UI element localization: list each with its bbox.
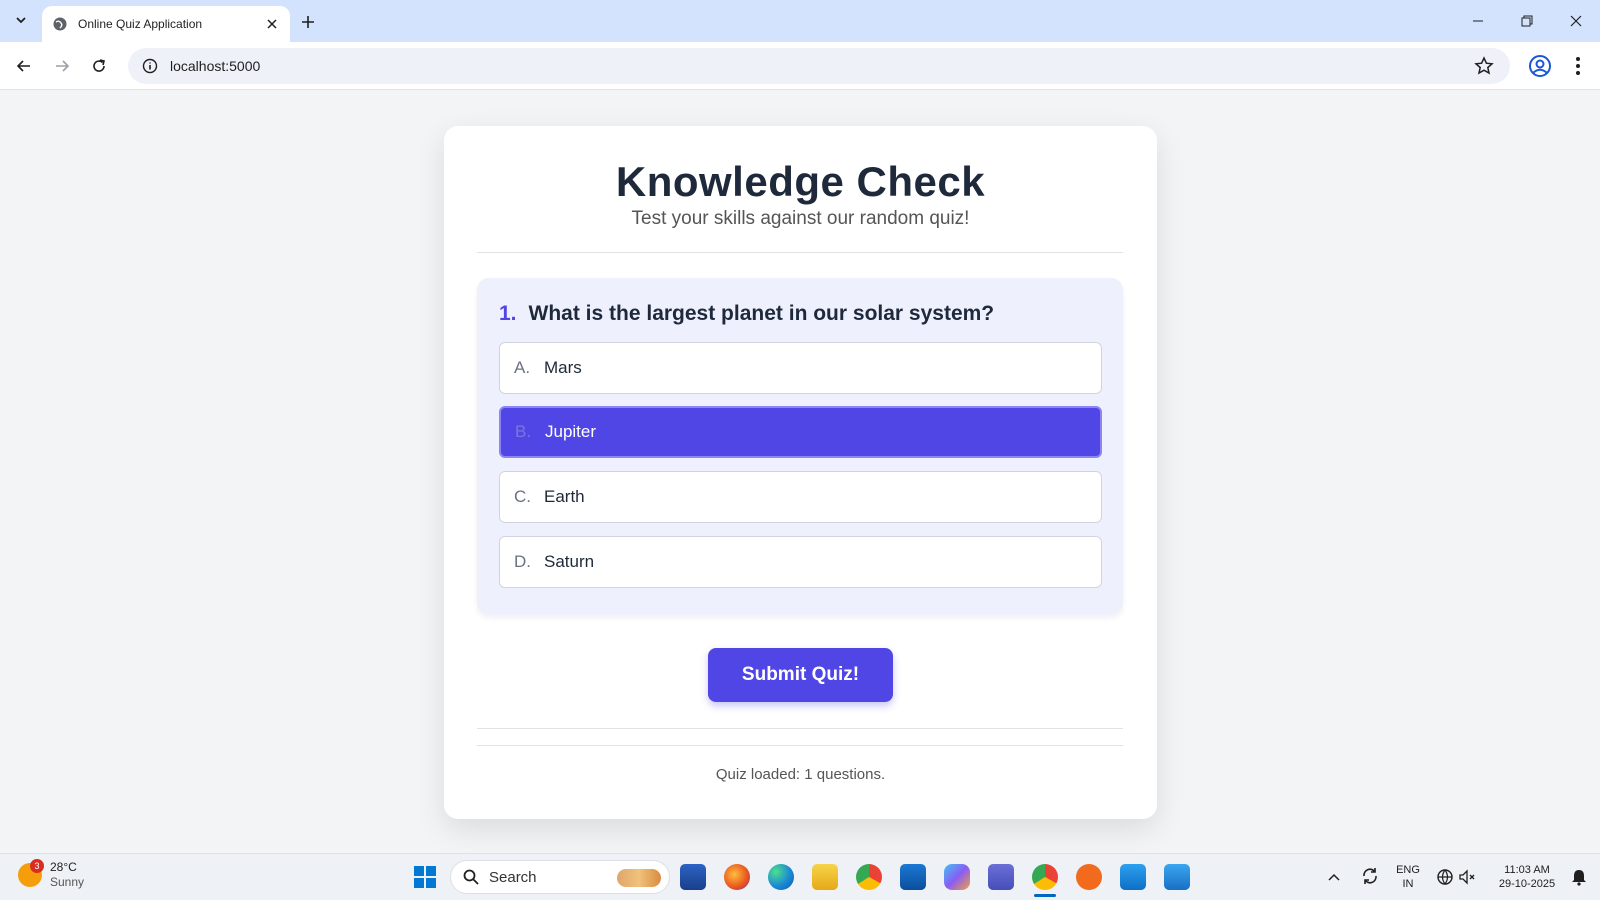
quiz-card: Knowledge Check Test your skills against… <box>444 126 1157 819</box>
sun-icon: 3 <box>18 859 44 887</box>
question-text: What is the largest planet in our solar … <box>528 302 995 325</box>
back-button[interactable] <box>11 53 37 79</box>
restore-icon <box>1521 15 1533 27</box>
more-menu-icon[interactable] <box>1568 54 1588 78</box>
chrome-icon[interactable] <box>856 864 882 890</box>
minimize-button[interactable] <box>1463 8 1493 34</box>
option-letter: B. <box>515 422 532 441</box>
restore-button[interactable] <box>1512 8 1542 34</box>
clock[interactable]: 11:03 AM 29-10-2025 <box>1490 863 1564 891</box>
notification-bell-icon[interactable] <box>1570 868 1588 886</box>
header-divider <box>477 252 1123 253</box>
file-explorer-icon[interactable] <box>812 864 838 890</box>
copilot-icon[interactable] <box>944 864 970 890</box>
vscode-icon[interactable] <box>1120 864 1146 890</box>
outlook-icon[interactable] <box>900 864 926 890</box>
footer-divider <box>477 728 1123 729</box>
teams-icon[interactable] <box>988 864 1014 890</box>
postman-icon[interactable] <box>1076 864 1102 890</box>
address-bar[interactable]: localhost:5000 <box>128 48 1510 84</box>
chevron-up-icon[interactable] <box>1328 872 1340 882</box>
option-b[interactable]: B. Jupiter <box>499 406 1102 458</box>
windows-start-icon[interactable] <box>412 864 438 890</box>
region-code: IN <box>1402 878 1414 890</box>
search-label: Search <box>489 868 537 886</box>
site-info-icon[interactable] <box>142 58 158 74</box>
option-text: Saturn <box>544 552 595 571</box>
browser-tabstrip: Online Quiz Application <box>0 0 1600 42</box>
question-number: 1. <box>499 302 517 325</box>
close-window-button[interactable] <box>1561 8 1591 34</box>
option-d[interactable]: D. Saturn <box>499 536 1102 588</box>
new-tab-button[interactable] <box>296 10 320 34</box>
tab-title: Online Quiz Application <box>78 17 203 31</box>
plus-icon <box>302 16 314 28</box>
question-box: 1. What is the largest planet in our sola… <box>477 278 1123 615</box>
page-title: Knowledge Check <box>615 158 986 205</box>
notification-badge: 3 <box>30 859 44 873</box>
edge-icon[interactable] <box>768 864 794 890</box>
option-letter: C. <box>514 487 531 506</box>
question-heading: 1. What is the largest planet in our sola… <box>499 302 994 326</box>
weather-widget[interactable]: 3 28°C Sunny <box>18 859 85 890</box>
taskbar-search[interactable]: Search <box>450 860 670 894</box>
reload-icon <box>93 59 105 72</box>
close-tab-icon[interactable] <box>264 16 280 32</box>
browser-tab[interactable]: Online Quiz Application <box>42 6 290 42</box>
option-c[interactable]: C. Earth <box>499 471 1102 523</box>
footer-divider-2 <box>477 745 1123 746</box>
minimize-icon <box>1473 20 1483 22</box>
arrow-right-icon <box>56 60 70 72</box>
photos-icon[interactable] <box>1164 864 1190 890</box>
volume-muted-icon[interactable] <box>1458 868 1476 886</box>
clock-time: 11:03 AM <box>1504 864 1550 876</box>
forward-button[interactable] <box>49 53 75 79</box>
network-icon[interactable] <box>1436 868 1454 886</box>
submit-quiz-button[interactable]: Submit Quiz! <box>708 648 893 702</box>
sync-icon[interactable] <box>1360 866 1380 886</box>
taskbar: 3 28°C Sunny Search ENG IN 11:03 AM 29-1… <box>0 853 1600 900</box>
page-subtitle: Test your skills against our random quiz… <box>631 208 970 229</box>
chrome-active-icon[interactable] <box>1032 864 1058 890</box>
clock-date: 29-10-2025 <box>1498 878 1556 890</box>
language-code: ENG <box>1396 864 1420 876</box>
store-icon[interactable] <box>680 864 706 890</box>
close-icon <box>1570 15 1582 27</box>
status-text: Quiz loaded: 1 questions. <box>715 766 886 783</box>
chevron-down-icon <box>16 17 26 24</box>
option-text: Earth <box>544 487 585 506</box>
option-a[interactable]: A. Mars <box>499 342 1102 394</box>
option-letter: A. <box>514 358 531 377</box>
active-app-indicator <box>1034 894 1056 897</box>
globe-icon <box>53 17 67 31</box>
firefox-icon[interactable] <box>724 864 750 890</box>
url-text[interactable]: localhost:5000 <box>170 58 260 74</box>
weather-desc: Sunny <box>50 875 85 889</box>
tab-search-dropdown[interactable] <box>8 7 34 33</box>
option-text: Mars <box>544 358 582 377</box>
search-icon <box>463 869 479 885</box>
browser-toolbar: localhost:5000 <box>0 42 1600 90</box>
reload-button[interactable] <box>86 53 112 79</box>
search-highlight-icon <box>617 869 661 887</box>
weather-temp: 28°C <box>50 860 77 874</box>
bookmark-star-icon[interactable] <box>1474 56 1494 76</box>
profile-icon[interactable] <box>1528 54 1552 78</box>
option-letter: D. <box>514 552 531 571</box>
arrow-left-icon <box>16 60 30 72</box>
language-indicator[interactable]: ENG IN <box>1394 863 1422 891</box>
option-text: Jupiter <box>545 422 597 441</box>
